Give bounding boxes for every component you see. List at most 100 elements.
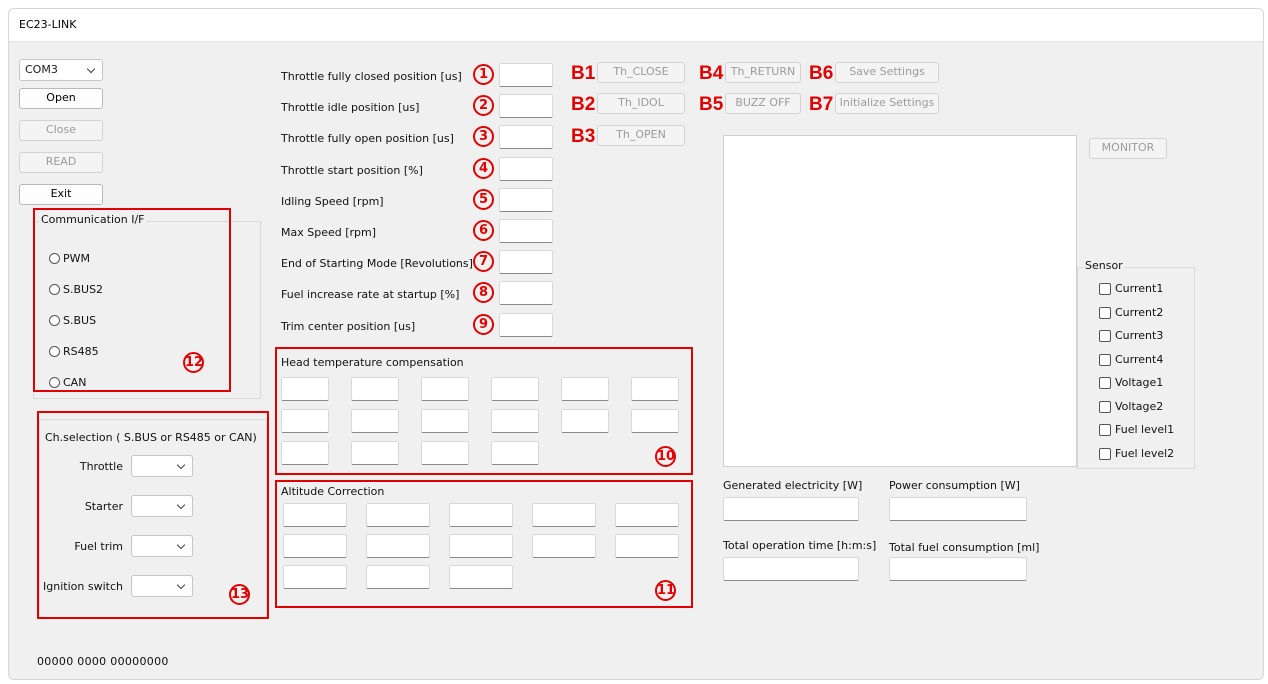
sensor-checkbox-voltage1[interactable]: Voltage1: [1099, 375, 1189, 391]
head-temp-field-14[interactable]: [351, 441, 399, 465]
param-label-2: Throttle idle position [us]: [281, 101, 420, 115]
param-input-7[interactable]: [499, 250, 553, 275]
altitude-field-7[interactable]: [366, 534, 430, 558]
head-temp-field-11[interactable]: [561, 409, 609, 433]
operation-time-field[interactable]: [723, 557, 859, 581]
power-consumption-field[interactable]: [889, 497, 1027, 521]
marker-3: 3: [473, 126, 494, 148]
initialize-settings-button[interactable]: Initialize Settings: [835, 93, 939, 114]
marker-8: 8: [473, 282, 494, 304]
head-temp-title: Head temperature compensation: [281, 356, 464, 369]
checkbox-icon: [1099, 330, 1111, 342]
checkbox-icon: [1099, 447, 1111, 460]
checkbox-icon: [1099, 424, 1111, 436]
sensor-label: Fuel level1: [1115, 423, 1175, 436]
th-idol-button[interactable]: Th_IDOL: [597, 93, 685, 114]
marker-12: 12: [183, 352, 204, 373]
head-temp-field-2[interactable]: [351, 377, 399, 401]
sensor-checkbox-voltage2[interactable]: Voltage2: [1099, 399, 1189, 415]
sensor-checkbox-current3[interactable]: Current3: [1099, 328, 1189, 344]
head-temp-field-9[interactable]: [421, 409, 469, 433]
operation-time-label: Total operation time [h:m:s]: [723, 539, 877, 552]
open-button[interactable]: Open: [19, 88, 103, 109]
marker-5: 5: [473, 188, 494, 210]
marker-6: 6: [473, 220, 494, 241]
exit-button[interactable]: Exit: [19, 184, 103, 205]
altitude-field-2[interactable]: [366, 503, 430, 527]
head-temp-field-6[interactable]: [631, 377, 679, 401]
param-input-4[interactable]: [499, 156, 553, 181]
altitude-field-9[interactable]: [532, 534, 596, 558]
sensor-checkbox-current4[interactable]: Current4: [1099, 352, 1189, 368]
chevron-down-icon: [86, 64, 96, 74]
head-temp-field-5[interactable]: [561, 377, 609, 401]
head-temp-field-8[interactable]: [351, 409, 399, 433]
marker-b4: B4: [699, 63, 724, 84]
power-consumption-label: Power consumption [W]: [889, 479, 1020, 492]
checkbox-icon: [1099, 283, 1111, 295]
close-button[interactable]: Close: [19, 120, 103, 141]
sensor-label: Voltage2: [1115, 399, 1164, 413]
param-label-4: Throttle start position [%]: [281, 163, 423, 177]
head-temp-field-7[interactable]: [281, 409, 329, 433]
altitude-title: Altitude Correction: [281, 485, 385, 498]
marker-1: 1: [473, 64, 494, 85]
altitude-field-5[interactable]: [615, 503, 679, 527]
altitude-field-11[interactable]: [283, 565, 347, 589]
marker-11: 11: [655, 580, 676, 601]
head-temp-field-1[interactable]: [281, 377, 329, 401]
param-input-1[interactable]: [499, 63, 553, 87]
sensor-checkbox-current1[interactable]: Current1: [1099, 281, 1189, 297]
head-temp-field-10[interactable]: [491, 409, 539, 433]
param-input-6[interactable]: [499, 219, 553, 243]
sensor-checkbox-current2[interactable]: Current2: [1099, 305, 1189, 321]
generated-electricity-field[interactable]: [723, 497, 859, 521]
altitude-field-6[interactable]: [283, 534, 347, 558]
checkbox-icon: [1099, 377, 1111, 389]
read-button[interactable]: READ: [19, 152, 103, 173]
window-title: EC23-LINK: [19, 18, 77, 31]
head-temp-field-15[interactable]: [421, 441, 469, 465]
head-temp-field-3[interactable]: [421, 377, 469, 401]
altitude-field-4[interactable]: [532, 503, 596, 527]
sensor-label: Current1: [1115, 282, 1164, 295]
title-bar: EC23-LINK: [9, 9, 1263, 42]
th-close-button[interactable]: Th_CLOSE: [597, 62, 685, 83]
marker-13: 13: [229, 584, 250, 605]
save-settings-button[interactable]: Save Settings: [835, 62, 939, 83]
com-port-value: COM3: [25, 63, 58, 76]
fuel-consumption-field[interactable]: [889, 557, 1027, 581]
sensor-groupbox: [1077, 267, 1195, 469]
altitude-field-3[interactable]: [449, 503, 513, 527]
sensor-checkbox-fuellevel1[interactable]: Fuel level1: [1099, 422, 1189, 438]
buzz-off-button[interactable]: BUZZ OFF: [725, 93, 801, 114]
altitude-field-12[interactable]: [366, 565, 430, 589]
altitude-field-8[interactable]: [449, 534, 513, 558]
altitude-field-10[interactable]: [615, 534, 679, 558]
head-temp-field-16[interactable]: [491, 441, 539, 465]
com-port-select[interactable]: COM3: [19, 59, 103, 81]
monitor-button[interactable]: MONITOR: [1089, 138, 1167, 159]
altitude-field-1[interactable]: [283, 503, 347, 527]
head-temp-field-4[interactable]: [491, 377, 539, 401]
altitude-field-13[interactable]: [449, 565, 513, 589]
th-open-button[interactable]: Th_OPEN: [597, 125, 685, 146]
marker-10: 10: [655, 446, 676, 467]
monitor-panel: [723, 135, 1077, 467]
sensor-checkbox-fuellevel2[interactable]: Fuel level2: [1099, 446, 1189, 462]
head-temp-field-12[interactable]: [631, 409, 679, 433]
param-input-2[interactable]: [499, 94, 553, 119]
sensor-title: Sensor: [1083, 259, 1125, 272]
marker-2: 2: [473, 95, 494, 117]
checkbox-icon: [1099, 306, 1111, 319]
param-input-9[interactable]: [499, 312, 553, 337]
param-input-5[interactable]: [499, 187, 553, 212]
head-temp-field-13[interactable]: [281, 441, 329, 465]
sensor-label: Current2: [1115, 305, 1164, 319]
marker-b5: B5: [699, 94, 724, 115]
param-input-3[interactable]: [499, 125, 553, 150]
sensor-label: Voltage1: [1115, 376, 1164, 389]
th-return-button[interactable]: Th_RETURN: [725, 62, 801, 83]
param-input-8[interactable]: [499, 281, 553, 306]
param-label-1: Throttle fully closed position [us]: [281, 70, 462, 83]
